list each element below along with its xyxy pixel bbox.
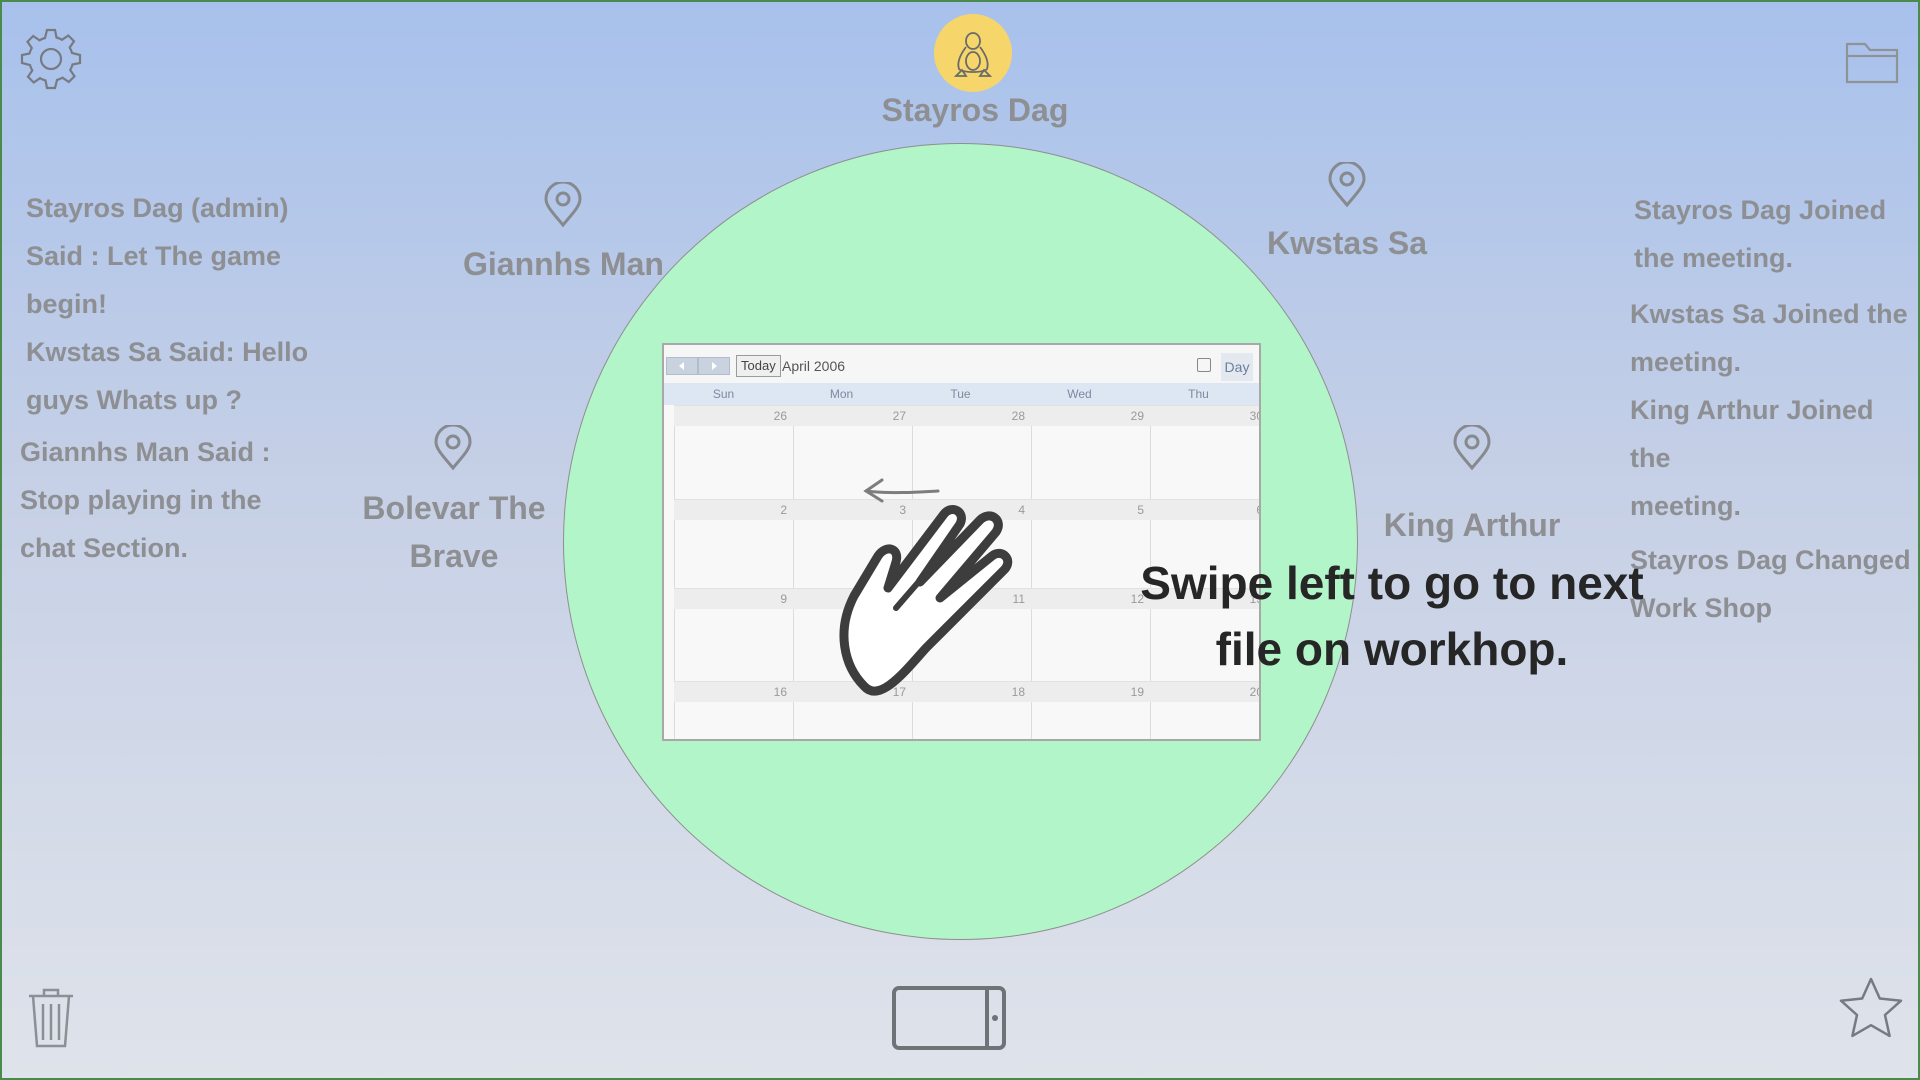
star-icon[interactable] [1838,976,1904,1040]
instruction-line: file on workhop. [1215,623,1569,675]
weekday-label: Tue [950,387,971,401]
location-pin-icon [432,425,474,471]
activity-line: Kwstas Sa Joined the [1630,299,1908,329]
activity-line: the meeting. [1634,243,1794,273]
activity-panel: Stayros Dag Joined the meeting. Kwstas S… [1630,186,1918,632]
day-number[interactable]: 28 [912,409,1025,423]
activity-line: King Arthur Joined the [1630,395,1874,473]
chat-line: Said : Let The game [26,241,282,271]
swipe-hand-icon [834,486,1054,706]
avatar[interactable] [934,14,1012,92]
participant-name-kwstas[interactable]: Kwstas Sa [1247,225,1447,262]
chat-panel: Stayros Dag (admin) Said : Let The game … [20,184,309,572]
activity-line: Stayros Dag Changed [1630,545,1911,575]
day-number[interactable]: 6 [1150,503,1259,517]
participant-name-arthur[interactable]: King Arthur [1372,507,1572,544]
day-number[interactable]: 30 [1150,409,1259,423]
calendar-day-view-button[interactable]: Day [1221,353,1253,381]
folder-icon[interactable] [1844,36,1900,86]
day-number[interactable]: 20 [1150,685,1259,699]
calendar-toolbar: Today April 2006 Day [664,345,1259,383]
day-number[interactable]: 26 [674,409,787,423]
activity-line: Stayros Dag Joined [1634,195,1887,225]
chat-line: Stayros Dag (admin) [26,193,289,223]
day-number[interactable]: 29 [1031,409,1144,423]
calendar-weekday-header: Sun Mon Tue Wed Thu [664,383,1259,405]
day-number[interactable]: 16 [674,685,787,699]
weekday-label: Thu [1188,387,1209,401]
day-number[interactable]: 9 [674,592,787,606]
participant-name-line: Brave [409,538,499,574]
participant-name-line: Bolevar The [362,490,546,526]
print-icon[interactable] [1197,358,1211,372]
instruction-line: Swipe left to go to next [1140,557,1644,609]
location-pin-icon [542,182,584,228]
calendar-prev-button[interactable] [666,357,698,375]
chat-line: guys Whats up ? [26,385,242,415]
chat-line: chat Section. [20,533,189,563]
chat-line: Kwstas Sa Said: Hello [26,337,309,367]
day-number[interactable]: 27 [793,409,906,423]
weekday-label: Sun [712,387,735,401]
weekday-label: Mon [829,387,854,401]
location-pin-icon [1326,162,1368,208]
chat-line: Giannhs Man Said : [20,437,271,467]
top-user-name: Stayros Dag [881,92,1069,128]
swipe-instruction: Swipe left to go to next file on workhop… [1122,550,1662,682]
location-pin-icon [1451,425,1493,471]
participant-name-giannhs[interactable]: Giannhs Man [463,246,664,283]
activity-line: Work Shop [1630,593,1773,623]
tablet-icon[interactable] [891,985,1007,1051]
calendar-next-button[interactable] [698,357,730,375]
chat-line: Stop playing in the [20,485,262,515]
activity-line: meeting. [1630,491,1742,521]
calendar-month-label: April 2006 [782,358,846,374]
day-number[interactable]: 2 [674,503,787,517]
chat-line: begin! [26,289,107,319]
gear-icon[interactable] [18,26,84,92]
activity-line: meeting. [1630,347,1742,377]
trash-icon[interactable] [26,986,76,1050]
participant-name-bolevar[interactable]: Bolevar The Brave [354,484,554,580]
weekday-label: Wed [1067,387,1092,401]
calendar-today-button[interactable]: Today [736,355,781,377]
